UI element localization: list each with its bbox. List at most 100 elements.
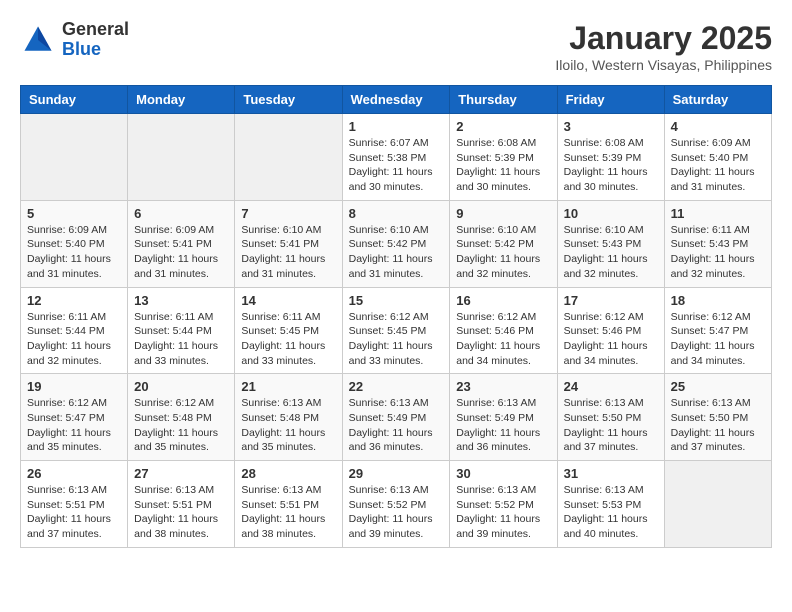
day-number: 4 (671, 119, 765, 134)
day-info: Sunrise: 6:13 AMSunset: 5:51 PMDaylight:… (27, 483, 121, 542)
day-info: Sunrise: 6:12 AMSunset: 5:47 PMDaylight:… (671, 310, 765, 369)
calendar-week-row: 5 Sunrise: 6:09 AMSunset: 5:40 PMDaylight… (21, 200, 772, 287)
day-number: 8 (349, 206, 444, 221)
col-tuesday: Tuesday (235, 86, 342, 114)
day-info: Sunrise: 6:10 AMSunset: 5:42 PMDaylight:… (456, 223, 550, 282)
day-number: 15 (349, 293, 444, 308)
calendar-week-row: 1Sunrise: 6:07 AMSunset: 5:38 PMDaylight… (21, 114, 772, 201)
day-info: Sunrise: 6:08 AMSunset: 5:39 PMDaylight:… (456, 136, 550, 195)
page: General Blue January 2025 Iloilo, Wester… (0, 0, 792, 558)
day-number: 12 (27, 293, 121, 308)
day-info: Sunrise: 6:13 AMSunset: 5:52 PMDaylight:… (349, 483, 444, 542)
table-row: 11Sunrise: 6:11 AMSunset: 5:43 PMDayligh… (664, 200, 771, 287)
day-number: 3 (564, 119, 658, 134)
day-info: Sunrise: 6:13 AMSunset: 5:50 PMDaylight:… (671, 396, 765, 455)
col-wednesday: Wednesday (342, 86, 450, 114)
day-info: Sunrise: 6:12 AMSunset: 5:45 PMDaylight:… (349, 310, 444, 369)
header: General Blue January 2025 Iloilo, Wester… (20, 20, 772, 73)
calendar-week-row: 19 Sunrise: 6:12 AMSunset: 5:47 PMDayligh… (21, 374, 772, 461)
day-number: 29 (349, 466, 444, 481)
day-info: Sunrise: 6:10 AMSunset: 5:42 PMDaylight:… (349, 223, 444, 282)
table-row: 10Sunrise: 6:10 AMSunset: 5:43 PMDayligh… (557, 200, 664, 287)
table-row: 31 Sunrise: 6:13 AMSunset: 5:53 PMDayligh… (557, 461, 664, 548)
day-number: 27 (134, 466, 228, 481)
day-number: 13 (134, 293, 228, 308)
day-number: 20 (134, 379, 228, 394)
main-title: January 2025 (555, 20, 772, 57)
table-row: 5 Sunrise: 6:09 AMSunset: 5:40 PMDaylight… (21, 200, 128, 287)
day-number: 30 (456, 466, 550, 481)
day-info: Sunrise: 6:11 AMSunset: 5:44 PMDaylight:… (134, 310, 228, 369)
day-info: Sunrise: 6:13 AMSunset: 5:48 PMDaylight:… (241, 396, 335, 455)
day-info: Sunrise: 6:09 AMSunset: 5:40 PMDaylight:… (27, 223, 121, 282)
day-number: 19 (27, 379, 121, 394)
table-row: 8 Sunrise: 6:10 AMSunset: 5:42 PMDaylight… (342, 200, 450, 287)
day-info: Sunrise: 6:09 AMSunset: 5:40 PMDaylight:… (671, 136, 765, 195)
day-number: 28 (241, 466, 335, 481)
table-row: 30 Sunrise: 6:13 AMSunset: 5:52 PMDayligh… (450, 461, 557, 548)
table-row: 18 Sunrise: 6:12 AMSunset: 5:47 PMDayligh… (664, 287, 771, 374)
subtitle: Iloilo, Western Visayas, Philippines (555, 57, 772, 73)
logo-general-text: General (62, 20, 129, 40)
day-info: Sunrise: 6:12 AMSunset: 5:46 PMDaylight:… (564, 310, 658, 369)
logo-blue-text: Blue (62, 40, 129, 60)
day-number: 6 (134, 206, 228, 221)
col-sunday: Sunday (21, 86, 128, 114)
table-row: 2Sunrise: 6:08 AMSunset: 5:39 PMDaylight… (450, 114, 557, 201)
calendar-week-row: 12 Sunrise: 6:11 AMSunset: 5:44 PMDayligh… (21, 287, 772, 374)
day-number: 9 (456, 206, 550, 221)
logo-text: General Blue (62, 20, 129, 60)
day-number: 17 (564, 293, 658, 308)
day-number: 21 (241, 379, 335, 394)
day-info: Sunrise: 6:09 AMSunset: 5:41 PMDaylight:… (134, 223, 228, 282)
day-info: Sunrise: 6:10 AMSunset: 5:43 PMDaylight:… (564, 223, 658, 282)
day-number: 26 (27, 466, 121, 481)
table-row: 3Sunrise: 6:08 AMSunset: 5:39 PMDaylight… (557, 114, 664, 201)
table-row: 15 Sunrise: 6:12 AMSunset: 5:45 PMDayligh… (342, 287, 450, 374)
table-row: 19 Sunrise: 6:12 AMSunset: 5:47 PMDayligh… (21, 374, 128, 461)
title-section: January 2025 Iloilo, Western Visayas, Ph… (555, 20, 772, 73)
table-row: 23 Sunrise: 6:13 AMSunset: 5:49 PMDayligh… (450, 374, 557, 461)
calendar-table: Sunday Monday Tuesday Wednesday Thursday… (20, 85, 772, 548)
table-row: 28 Sunrise: 6:13 AMSunset: 5:51 PMDayligh… (235, 461, 342, 548)
day-info: Sunrise: 6:13 AMSunset: 5:49 PMDaylight:… (456, 396, 550, 455)
table-row: 20Sunrise: 6:12 AMSunset: 5:48 PMDayligh… (128, 374, 235, 461)
day-number: 5 (27, 206, 121, 221)
day-number: 16 (456, 293, 550, 308)
table-row: 14Sunrise: 6:11 AMSunset: 5:45 PMDayligh… (235, 287, 342, 374)
day-number: 22 (349, 379, 444, 394)
day-info: Sunrise: 6:10 AMSunset: 5:41 PMDaylight:… (241, 223, 335, 282)
table-row: 4 Sunrise: 6:09 AMSunset: 5:40 PMDaylight… (664, 114, 771, 201)
day-number: 18 (671, 293, 765, 308)
table-row: 16 Sunrise: 6:12 AMSunset: 5:46 PMDayligh… (450, 287, 557, 374)
logo: General Blue (20, 20, 129, 60)
day-number: 31 (564, 466, 658, 481)
day-number: 23 (456, 379, 550, 394)
table-row: 26 Sunrise: 6:13 AMSunset: 5:51 PMDayligh… (21, 461, 128, 548)
table-row (235, 114, 342, 201)
calendar-header-row: Sunday Monday Tuesday Wednesday Thursday… (21, 86, 772, 114)
day-info: Sunrise: 6:12 AMSunset: 5:47 PMDaylight:… (27, 396, 121, 455)
table-row: 22 Sunrise: 6:13 AMSunset: 5:49 PMDayligh… (342, 374, 450, 461)
day-info: Sunrise: 6:13 AMSunset: 5:53 PMDaylight:… (564, 483, 658, 542)
table-row: 6 Sunrise: 6:09 AMSunset: 5:41 PMDaylight… (128, 200, 235, 287)
day-info: Sunrise: 6:13 AMSunset: 5:52 PMDaylight:… (456, 483, 550, 542)
day-info: Sunrise: 6:07 AMSunset: 5:38 PMDaylight:… (349, 136, 444, 195)
day-info: Sunrise: 6:11 AMSunset: 5:43 PMDaylight:… (671, 223, 765, 282)
table-row (21, 114, 128, 201)
table-row: 24Sunrise: 6:13 AMSunset: 5:50 PMDayligh… (557, 374, 664, 461)
table-row (664, 461, 771, 548)
table-row: 9 Sunrise: 6:10 AMSunset: 5:42 PMDaylight… (450, 200, 557, 287)
logo-icon (20, 22, 56, 58)
table-row: 25 Sunrise: 6:13 AMSunset: 5:50 PMDayligh… (664, 374, 771, 461)
day-number: 7 (241, 206, 335, 221)
day-info: Sunrise: 6:13 AMSunset: 5:49 PMDaylight:… (349, 396, 444, 455)
col-friday: Friday (557, 86, 664, 114)
table-row: 1Sunrise: 6:07 AMSunset: 5:38 PMDaylight… (342, 114, 450, 201)
day-info: Sunrise: 6:11 AMSunset: 5:45 PMDaylight:… (241, 310, 335, 369)
table-row: 21 Sunrise: 6:13 AMSunset: 5:48 PMDayligh… (235, 374, 342, 461)
day-number: 25 (671, 379, 765, 394)
day-info: Sunrise: 6:11 AMSunset: 5:44 PMDaylight:… (27, 310, 121, 369)
day-info: Sunrise: 6:12 AMSunset: 5:46 PMDaylight:… (456, 310, 550, 369)
day-info: Sunrise: 6:13 AMSunset: 5:51 PMDaylight:… (241, 483, 335, 542)
